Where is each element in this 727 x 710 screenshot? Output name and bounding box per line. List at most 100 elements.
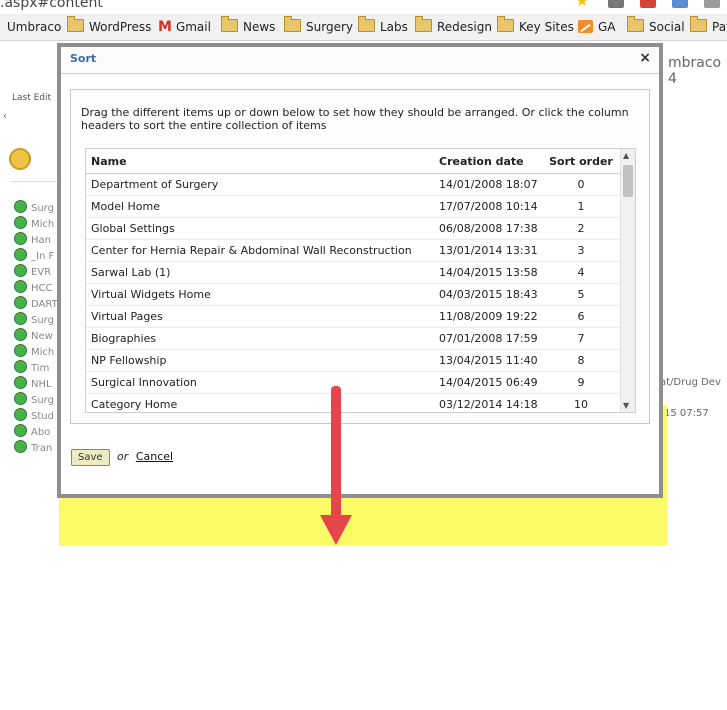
table-row[interactable]: Surgical Innovation 14/04/2015 06:49 9 bbox=[86, 371, 622, 394]
star-icon[interactable]: ★ bbox=[575, 0, 591, 9]
extension-icon[interactable] bbox=[608, 0, 624, 8]
extension-icon-gray[interactable] bbox=[704, 0, 720, 8]
column-header-sort-order[interactable]: Sort order bbox=[540, 149, 622, 174]
folder-icon bbox=[690, 16, 707, 32]
address-bar[interactable]: .aspx#content ★ bbox=[0, 0, 727, 14]
grid-scrollbar[interactable]: ▲ ▼ bbox=[620, 149, 635, 412]
row-sort-order: 3 bbox=[540, 239, 622, 262]
save-button[interactable]: Save bbox=[71, 449, 110, 466]
row-sort-order: 7 bbox=[540, 327, 622, 350]
cancel-link[interactable]: Cancel bbox=[136, 450, 173, 463]
row-sort-order: 4 bbox=[540, 261, 622, 284]
sort-grid-viewport[interactable]: Name Creation date Sort order Department… bbox=[86, 149, 622, 412]
background-timestamp: 15 07:57 bbox=[664, 408, 709, 419]
folder-icon bbox=[497, 16, 514, 32]
or-label: or bbox=[117, 450, 129, 463]
table-row[interactable]: Sarwal Lab (1) 14/04/2015 13:58 4 bbox=[86, 261, 622, 284]
scroll-down-icon[interactable]: ▼ bbox=[623, 401, 629, 410]
sort-panel: Drag the different items up or down belo… bbox=[70, 89, 650, 424]
instructions-text: Drag the different items up or down belo… bbox=[81, 106, 629, 132]
published-node-icon bbox=[14, 376, 27, 389]
row-creation-date: 03/12/2014 14:18 bbox=[434, 393, 540, 412]
extension-icon-red[interactable] bbox=[640, 0, 656, 8]
published-node-icon bbox=[14, 360, 27, 373]
column-header-creation-date[interactable]: Creation date bbox=[434, 149, 540, 174]
tree-item[interactable]: Mich bbox=[14, 344, 58, 360]
url-text: .aspx#content bbox=[0, 0, 103, 11]
table-row[interactable]: Biographies 07/01/2008 17:59 7 bbox=[86, 327, 622, 350]
tree-item[interactable]: Tim bbox=[14, 360, 58, 376]
background-text: at/Drug Dev bbox=[660, 377, 721, 388]
row-sort-order: 8 bbox=[540, 349, 622, 372]
row-creation-date: 13/01/2014 13:31 bbox=[434, 239, 540, 262]
bookmark-key-sites[interactable]: Key Sites bbox=[497, 16, 574, 35]
row-name: NP Fellowship bbox=[86, 349, 434, 372]
annotation-arrow-down-icon bbox=[320, 515, 352, 545]
tree-item-label: NHL bbox=[31, 379, 52, 390]
dialog-title: Sort bbox=[70, 52, 97, 65]
row-sort-order: 6 bbox=[540, 305, 622, 328]
bookmark-surgery[interactable]: Surgery bbox=[284, 16, 353, 35]
bookmark-pat[interactable]: Pat bbox=[690, 16, 727, 35]
published-node-icon bbox=[14, 296, 27, 309]
published-node-icon bbox=[14, 200, 27, 213]
folder-icon bbox=[67, 16, 84, 32]
tree-item[interactable]: HCC bbox=[14, 280, 58, 296]
row-sort-order: 1 bbox=[540, 195, 622, 218]
scrollbar-thumb[interactable] bbox=[623, 165, 633, 197]
tree-item[interactable]: Han bbox=[14, 232, 58, 248]
dialog-header: Sort × bbox=[61, 47, 659, 74]
published-node-icon bbox=[14, 280, 27, 293]
tree-item[interactable]: Surg bbox=[14, 200, 58, 216]
table-row[interactable]: Virtual Pages 11/08/2009 19:22 6 bbox=[86, 305, 622, 328]
published-node-icon bbox=[14, 216, 27, 229]
row-name: Global Settings bbox=[86, 217, 434, 240]
tree-item[interactable]: NHL bbox=[14, 376, 58, 392]
tree-item-label: Tim bbox=[31, 363, 50, 374]
published-node-icon bbox=[14, 248, 27, 261]
row-creation-date: 13/04/2015 11:40 bbox=[434, 349, 540, 372]
published-node-icon bbox=[14, 312, 27, 325]
published-node-icon bbox=[14, 264, 27, 277]
bookmark-labs[interactable]: Labs bbox=[358, 16, 408, 35]
tree-item-label: Mich bbox=[31, 219, 55, 230]
row-creation-date: 11/08/2009 19:22 bbox=[434, 305, 540, 328]
divider bbox=[10, 181, 60, 182]
extension-icon-blue[interactable] bbox=[672, 0, 688, 8]
tree-item[interactable]: New bbox=[14, 328, 58, 344]
bookmark-social[interactable]: Social bbox=[627, 16, 685, 35]
table-row[interactable]: Virtual Widgets Home 04/03/2015 18:43 5 bbox=[86, 283, 622, 306]
tree-item-label: Surg bbox=[31, 395, 54, 406]
published-node-icon bbox=[14, 440, 27, 453]
row-sort-order: 2 bbox=[540, 217, 622, 240]
row-sort-order: 5 bbox=[540, 283, 622, 306]
bookmark-wordpress[interactable]: WordPress bbox=[67, 16, 151, 35]
annotation-arrow-shaft bbox=[331, 386, 341, 520]
tree-item[interactable]: Surg bbox=[14, 392, 58, 408]
tree-item[interactable]: Stud bbox=[14, 408, 58, 424]
bookmark-ga[interactable]: GA bbox=[578, 19, 616, 35]
tree-item-label: Stud bbox=[31, 411, 54, 422]
table-row[interactable]: Department of Surgery 14/01/2008 18:07 0 bbox=[86, 173, 622, 196]
scroll-up-icon[interactable]: ▲ bbox=[623, 151, 629, 160]
row-creation-date: 14/04/2015 13:58 bbox=[434, 261, 540, 284]
table-row[interactable]: NP Fellowship 13/04/2015 11:40 8 bbox=[86, 349, 622, 372]
bookmark-gmail[interactable]: M Gmail bbox=[158, 19, 211, 35]
bookmark-umbraco[interactable]: Umbraco bbox=[7, 19, 61, 35]
tree-item[interactable]: _In F bbox=[14, 248, 58, 264]
bookmark-news[interactable]: News bbox=[221, 16, 275, 35]
tree-item[interactable]: DART bbox=[14, 296, 58, 312]
table-row[interactable]: Model Home 17/07/2008 10:14 1 bbox=[86, 195, 622, 218]
tree-item[interactable]: Surg bbox=[14, 312, 58, 328]
bookmark-redesign[interactable]: Redesign bbox=[415, 16, 492, 35]
table-row[interactable]: Center for Hernia Repair & Abdominal Wal… bbox=[86, 239, 622, 262]
column-header-name[interactable]: Name bbox=[86, 149, 434, 174]
table-row[interactable]: Global Settings 06/08/2008 17:38 2 bbox=[86, 217, 622, 240]
tree-item[interactable]: EVR bbox=[14, 264, 58, 280]
scroll-left-icon[interactable]: ‹ bbox=[3, 111, 7, 122]
tree-item[interactable]: Abo bbox=[14, 424, 58, 440]
close-icon[interactable]: × bbox=[639, 50, 651, 66]
table-row[interactable]: Category Home 03/12/2014 14:18 10 bbox=[86, 393, 622, 412]
tree-item[interactable]: Tran bbox=[14, 440, 58, 456]
tree-item[interactable]: Mich bbox=[14, 216, 58, 232]
